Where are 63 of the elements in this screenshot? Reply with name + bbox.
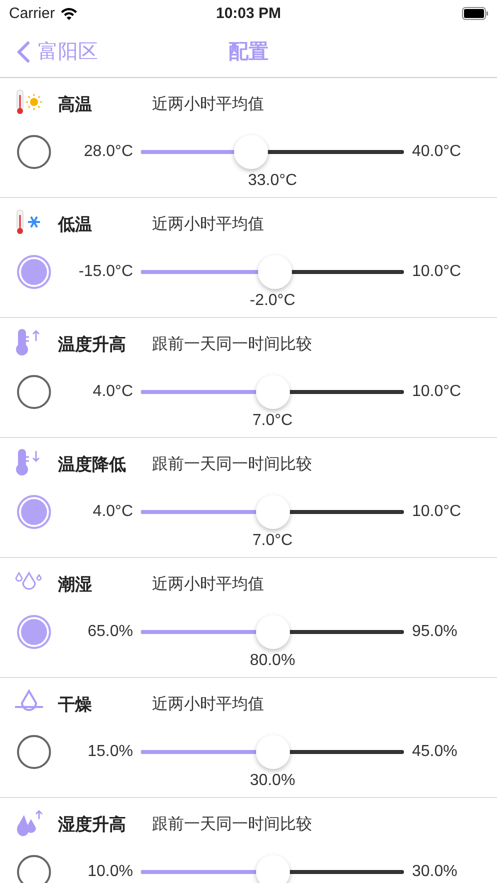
rule-title: 温度降低 [58,454,127,476]
slider[interactable] [141,495,404,529]
min-label: 4.0°C [92,383,133,401]
slider[interactable] [141,855,404,883]
carrier-label: Carrier [9,4,55,22]
min-label: 4.0°C [92,503,133,521]
value-label: -2.0°C [248,292,296,310]
slider-thumb[interactable] [234,135,268,169]
value-label: 33.0°C [246,172,298,190]
slider[interactable] [141,375,404,409]
rule-note: 近两小时平均值 [152,574,264,594]
slider-thumb[interactable] [256,735,290,769]
slider[interactable] [141,255,404,289]
max-label: 10.0°C [412,383,462,401]
max-label: 10.0°C [412,263,462,281]
drops-up-icon [14,809,44,839]
radio-button[interactable] [17,255,51,289]
value-label: 80.0% [248,652,296,670]
slider-thumb[interactable] [256,855,290,883]
radio-button[interactable] [17,135,51,169]
slider-thumb[interactable] [256,375,290,409]
rule-note: 跟前一天同一时间比较 [152,334,312,354]
min-label: 28.0°C [82,143,133,161]
rule-note: 跟前一天同一时间比较 [152,454,312,474]
radio-button[interactable] [17,855,51,883]
rule-title: 湿度升高 [58,814,127,836]
max-label: 40.0°C [412,143,462,161]
value-label: 30.0% [248,772,296,790]
clock: 10:03 PM [216,4,282,22]
max-label: 10.0°C [412,503,462,521]
max-label: 45.0% [412,743,458,761]
min-label: 15.0% [86,743,133,761]
back-button[interactable]: 富阳区 [16,38,98,65]
min-label: 10.0% [86,863,133,881]
radio-button[interactable] [17,375,51,409]
rule-title: 低温 [58,214,93,236]
rule-title: 温度升高 [58,334,127,356]
slider-thumb[interactable] [256,495,290,529]
slider-thumb[interactable] [258,255,292,289]
max-label: 30.0% [412,863,458,881]
radio-button[interactable] [17,495,51,529]
max-label: 95.0% [412,623,458,641]
rule-title: 潮湿 [58,574,93,596]
slider[interactable] [141,615,404,649]
rule-title: 干燥 [58,694,93,716]
radio-button[interactable] [17,735,51,769]
slider[interactable] [141,735,404,769]
min-label: -15.0°C [78,263,133,281]
rule-note: 跟前一天同一时间比较 [152,814,312,834]
value-label: 7.0°C [251,412,294,430]
page-title: 配置 [228,40,268,65]
wifi-icon [60,6,78,20]
rule-note: 近两小时平均值 [152,214,264,234]
value-label: 7.0°C [251,532,294,550]
rule-note: 近两小时平均值 [152,94,264,114]
radio-button[interactable] [17,615,51,649]
rule-title: 高温 [58,94,93,116]
rule-note: 近两小时平均值 [152,694,264,714]
back-chevron-icon [16,40,30,62]
battery-icon [462,6,489,20]
slider-thumb[interactable] [256,615,290,649]
min-label: 65.0% [86,623,133,641]
slider[interactable] [141,135,404,169]
